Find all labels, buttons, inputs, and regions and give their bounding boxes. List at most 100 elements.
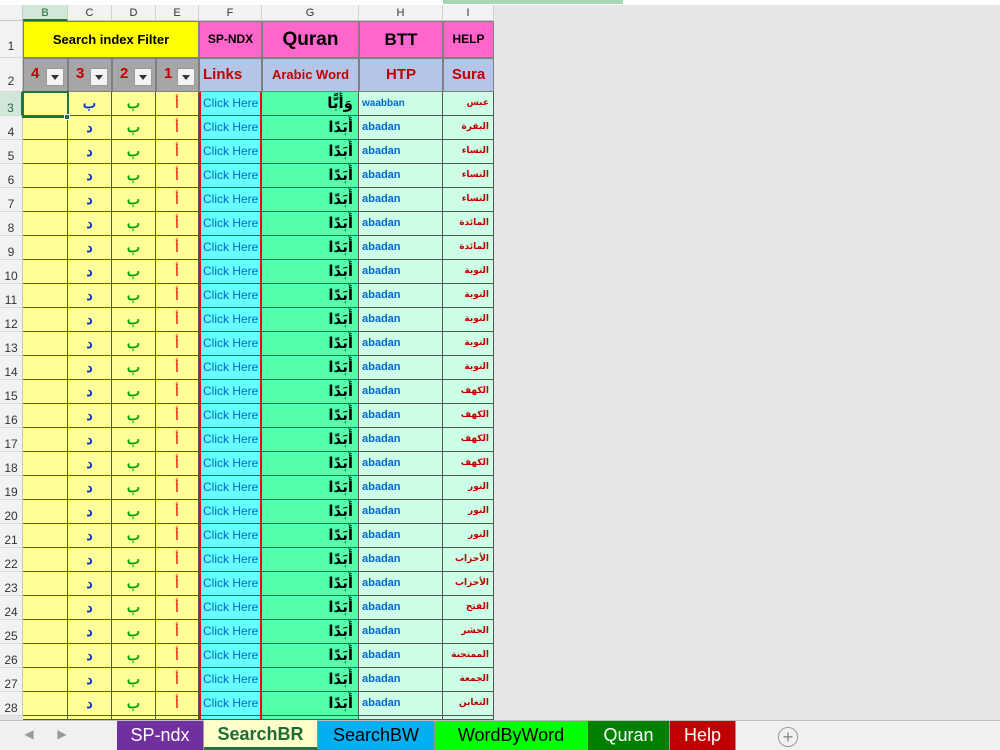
- cell-d[interactable]: ب: [112, 620, 156, 644]
- chevron-down-icon[interactable]: [90, 68, 108, 86]
- cell-e[interactable]: أ: [156, 428, 199, 452]
- cell-b[interactable]: [23, 644, 68, 668]
- click-here-link[interactable]: Click Here: [199, 284, 262, 308]
- cell-d[interactable]: ب: [112, 356, 156, 380]
- cell-h[interactable]: abadan: [359, 668, 443, 692]
- row-header-8[interactable]: 8: [0, 212, 23, 236]
- cell-d[interactable]: ب: [112, 476, 156, 500]
- cell-h[interactable]: abadan: [359, 572, 443, 596]
- cell-b[interactable]: [23, 140, 68, 164]
- cell-i[interactable]: الكهف: [443, 404, 494, 428]
- click-here-link[interactable]: Click Here: [199, 692, 262, 716]
- cell-e[interactable]: أ: [156, 692, 199, 716]
- plus-circle-icon[interactable]: +: [778, 727, 798, 747]
- cell-g[interactable]: أَبَدًا: [262, 668, 359, 692]
- cell-b[interactable]: [23, 524, 68, 548]
- cell-c[interactable]: د: [68, 164, 112, 188]
- cell-b[interactable]: [23, 692, 68, 716]
- chevron-down-icon[interactable]: [177, 68, 195, 86]
- row-header-26[interactable]: 26: [0, 644, 23, 668]
- cell-d[interactable]: ب: [112, 212, 156, 236]
- cell-i[interactable]: الأحزاب: [443, 572, 494, 596]
- cell-d[interactable]: ب: [112, 524, 156, 548]
- cell-h[interactable]: abadan: [359, 500, 443, 524]
- cell-b[interactable]: [23, 164, 68, 188]
- cell-i[interactable]: الكهف: [443, 380, 494, 404]
- cell-i[interactable]: التوبة: [443, 356, 494, 380]
- cell-d[interactable]: ب: [112, 188, 156, 212]
- cell-h[interactable]: abadan: [359, 428, 443, 452]
- cell-b[interactable]: [23, 596, 68, 620]
- click-here-link[interactable]: Click Here: [199, 116, 262, 140]
- click-here-link[interactable]: Click Here: [199, 548, 262, 572]
- cell-c[interactable]: د: [68, 644, 112, 668]
- cell-e[interactable]: أ: [156, 500, 199, 524]
- cell-i[interactable]: التوبة: [443, 332, 494, 356]
- click-here-link[interactable]: Click Here: [199, 260, 262, 284]
- cell-i[interactable]: التوبة: [443, 284, 494, 308]
- row-header-17[interactable]: 17: [0, 428, 23, 452]
- row-header-13[interactable]: 13: [0, 332, 23, 356]
- cell-c[interactable]: د: [68, 572, 112, 596]
- header-spndx[interactable]: SP-NDX: [199, 21, 262, 58]
- cell-h[interactable]: abadan: [359, 164, 443, 188]
- cell-g[interactable]: أَبَدًا: [262, 620, 359, 644]
- cell-i[interactable]: الكهف: [443, 428, 494, 452]
- cell-i[interactable]: النور: [443, 524, 494, 548]
- row-header-5[interactable]: 5: [0, 140, 23, 164]
- cell-d[interactable]: ب: [112, 260, 156, 284]
- row-header-6[interactable]: 6: [0, 164, 23, 188]
- click-here-link[interactable]: Click Here: [199, 644, 262, 668]
- row-header-10[interactable]: 10: [0, 260, 23, 284]
- row-header-16[interactable]: 16: [0, 404, 23, 428]
- cell-g[interactable]: أَبَدًا: [262, 140, 359, 164]
- cell-i[interactable]: المائدة: [443, 212, 494, 236]
- cell-c[interactable]: د: [68, 452, 112, 476]
- header-btt[interactable]: BTT: [359, 21, 443, 58]
- row-header-15[interactable]: 15: [0, 380, 23, 404]
- cell-b[interactable]: [23, 260, 68, 284]
- cell-d[interactable]: ب: [112, 116, 156, 140]
- cell-b[interactable]: [23, 620, 68, 644]
- cell-b[interactable]: [23, 356, 68, 380]
- row-header-27[interactable]: 27: [0, 668, 23, 692]
- cell-c[interactable]: د: [68, 668, 112, 692]
- column-header-f[interactable]: F: [199, 5, 262, 21]
- cell-g[interactable]: أَبَدًا: [262, 284, 359, 308]
- cell-h[interactable]: abadan: [359, 284, 443, 308]
- cell-h[interactable]: abadan: [359, 332, 443, 356]
- cell-g[interactable]: أَبَدًا: [262, 644, 359, 668]
- cell-e[interactable]: أ: [156, 548, 199, 572]
- cell-h[interactable]: abadan: [359, 404, 443, 428]
- cell-d[interactable]: ب: [112, 308, 156, 332]
- click-here-link[interactable]: Click Here: [199, 140, 262, 164]
- click-here-link[interactable]: Click Here: [199, 308, 262, 332]
- sheet-tab-searchbw[interactable]: SearchBW: [318, 721, 435, 750]
- cell-d[interactable]: ب: [112, 380, 156, 404]
- cell-d[interactable]: ب: [112, 644, 156, 668]
- row-header-14[interactable]: 14: [0, 356, 23, 380]
- cell-i[interactable]: الفتح: [443, 596, 494, 620]
- triangle-left-icon[interactable]: ◀: [22, 727, 36, 741]
- cell-b[interactable]: [23, 212, 68, 236]
- cell-b[interactable]: [23, 116, 68, 140]
- cell-b[interactable]: [23, 380, 68, 404]
- click-here-link[interactable]: Click Here: [199, 620, 262, 644]
- cell-g[interactable]: أَبَدًا: [262, 308, 359, 332]
- click-here-link[interactable]: Click Here: [199, 236, 262, 260]
- row-header-28[interactable]: 28: [0, 692, 23, 716]
- cell-d[interactable]: ب: [112, 92, 156, 116]
- cell-b[interactable]: [23, 236, 68, 260]
- cell-g[interactable]: أَبَدًا: [262, 116, 359, 140]
- row-header-7[interactable]: 7: [0, 188, 23, 212]
- cell-h[interactable]: abadan: [359, 116, 443, 140]
- cell-e[interactable]: أ: [156, 380, 199, 404]
- cell-c[interactable]: د: [68, 188, 112, 212]
- cell-i[interactable]: الحشر: [443, 620, 494, 644]
- cell-b[interactable]: [23, 404, 68, 428]
- cell-i[interactable]: النساء: [443, 188, 494, 212]
- cell-e[interactable]: أ: [156, 596, 199, 620]
- cell-d[interactable]: ب: [112, 668, 156, 692]
- cell-d[interactable]: ب: [112, 164, 156, 188]
- row-header-2[interactable]: 2: [0, 58, 23, 92]
